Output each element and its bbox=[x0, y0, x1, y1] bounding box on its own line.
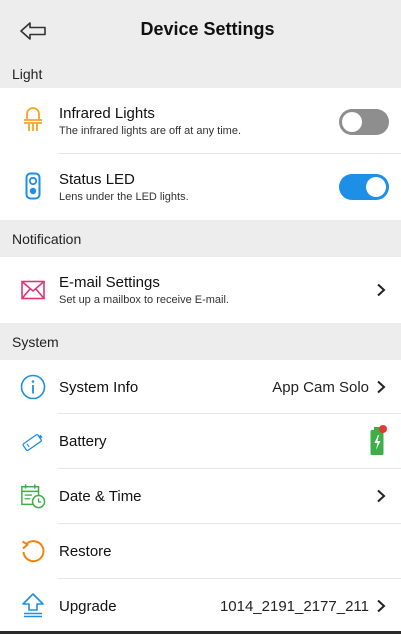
status-led-row: Status LED Lens under the LED lights. bbox=[0, 154, 401, 220]
notification-dot bbox=[379, 425, 387, 433]
status-led-icon bbox=[20, 172, 46, 200]
restore-icon bbox=[20, 538, 46, 564]
upgrade-row[interactable]: Upgrade 1014_2191_2177_211 bbox=[0, 579, 401, 631]
header-bar: Device Settings bbox=[0, 0, 401, 60]
date-time-title: Date & Time bbox=[59, 488, 142, 505]
battery-title: Battery bbox=[59, 433, 107, 450]
chevron-right-icon bbox=[377, 283, 386, 297]
infrared-lights-title: Infrared Lights bbox=[59, 105, 155, 122]
battery-icon bbox=[20, 429, 46, 455]
restore-row[interactable]: Restore bbox=[0, 524, 401, 579]
infrared-lights-subtitle: The infrared lights are off at any time. bbox=[59, 125, 241, 137]
chevron-right-icon bbox=[377, 489, 386, 503]
page-title: Device Settings bbox=[140, 19, 275, 39]
upgrade-version-value: 1014_2191_2177_211 bbox=[219, 598, 369, 615]
status-led-toggle[interactable] bbox=[339, 174, 389, 200]
system-info-row[interactable]: System Info App Cam Solo bbox=[0, 360, 401, 414]
infrared-lights-toggle[interactable] bbox=[339, 109, 389, 135]
toggle-knob bbox=[366, 177, 386, 197]
battery-row[interactable]: Battery bbox=[0, 414, 401, 469]
upgrade-icon bbox=[20, 592, 46, 618]
calendar-clock-icon bbox=[20, 483, 46, 509]
mail-icon bbox=[20, 277, 46, 303]
email-settings-title: E-mail Settings bbox=[59, 274, 160, 291]
section-header-notification: Notification bbox=[0, 220, 401, 257]
restore-title: Restore bbox=[59, 543, 112, 560]
status-led-title: Status LED bbox=[59, 171, 135, 188]
section-header-system: System bbox=[0, 323, 401, 360]
email-settings-row[interactable]: E-mail Settings Set up a mailbox to rece… bbox=[0, 257, 401, 323]
infrared-lights-row: Infrared Lights The infrared lights are … bbox=[0, 88, 401, 154]
date-time-row[interactable]: Date & Time bbox=[0, 469, 401, 524]
info-icon bbox=[20, 374, 46, 400]
battery-level-icon bbox=[370, 425, 387, 455]
section-header-light: Light bbox=[0, 60, 401, 88]
system-info-value: App Cam Solo bbox=[272, 379, 369, 396]
chevron-right-icon bbox=[377, 380, 386, 394]
upgrade-title: Upgrade bbox=[59, 598, 117, 615]
status-led-subtitle: Lens under the LED lights. bbox=[59, 191, 189, 203]
system-info-title: System Info bbox=[59, 379, 139, 396]
toggle-knob bbox=[342, 112, 362, 132]
chevron-right-icon bbox=[377, 599, 386, 613]
infrared-light-icon bbox=[20, 106, 46, 132]
email-settings-subtitle: Set up a mailbox to receive E-mail. bbox=[59, 294, 229, 306]
